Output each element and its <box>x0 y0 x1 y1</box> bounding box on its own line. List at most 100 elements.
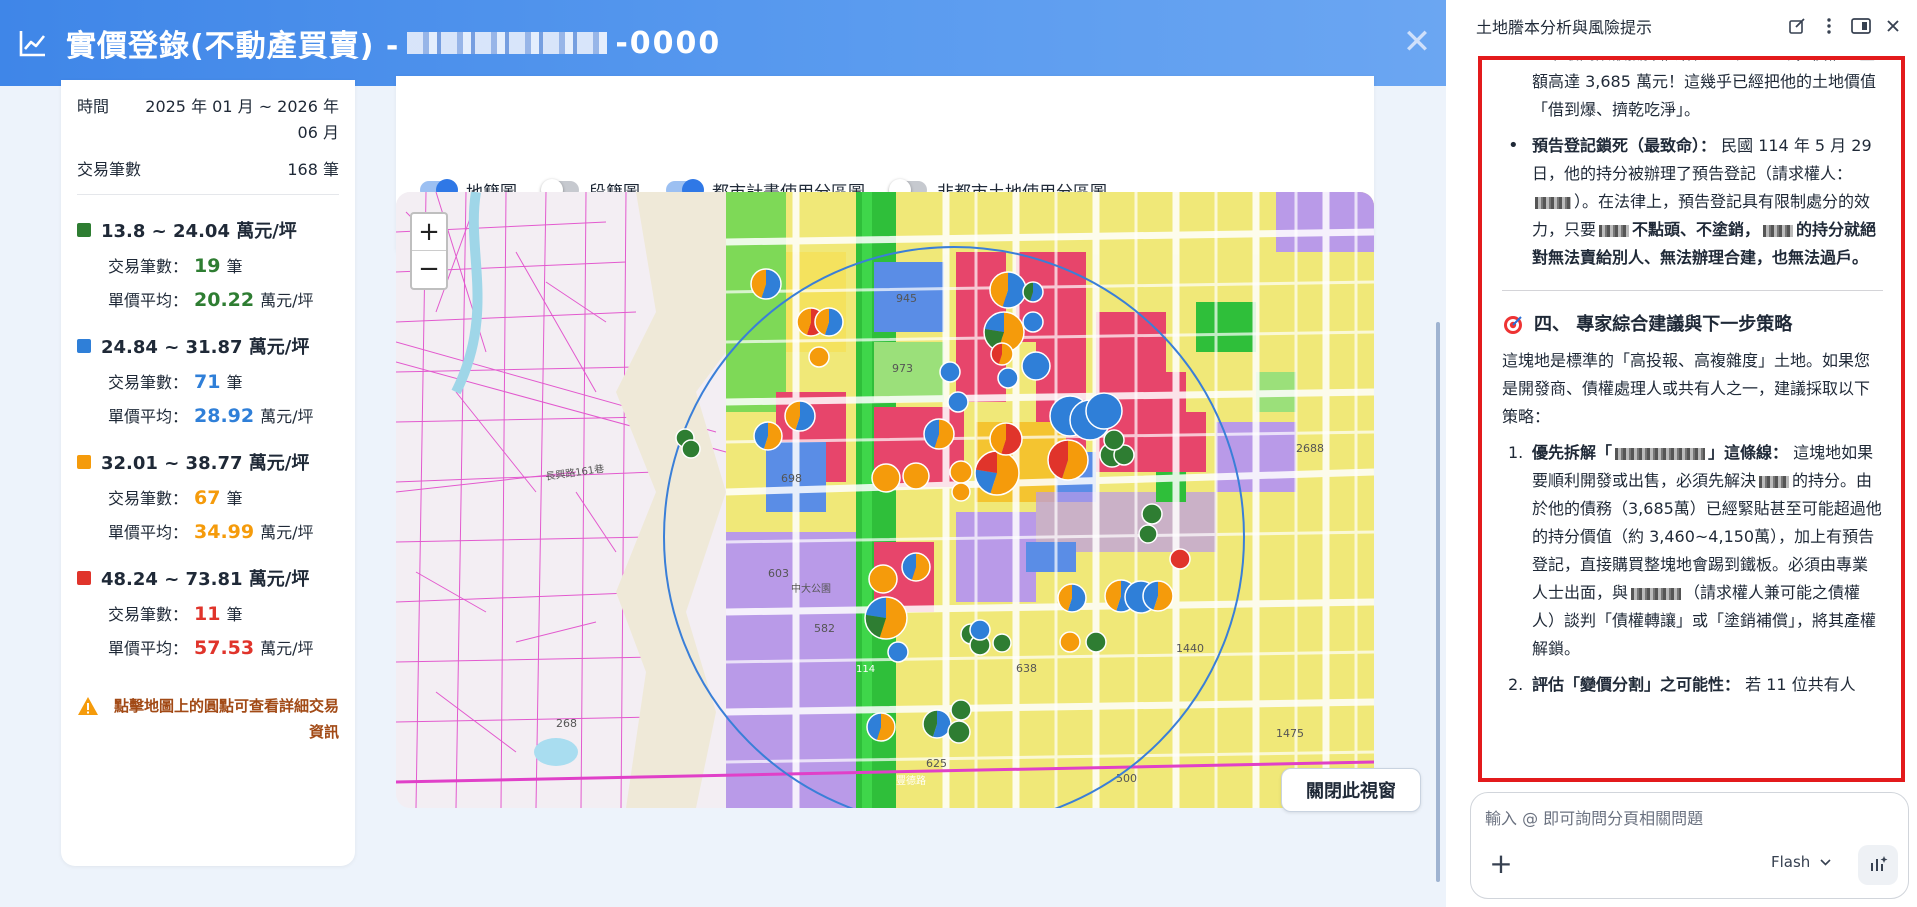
side-panel-header: 土地謄本分析與風險提示 <box>1462 0 1917 52</box>
modal-header: 實價登錄(不動產買賣) - -0000 ✕ <box>0 0 1446 86</box>
transaction-marker[interactable] <box>681 439 701 459</box>
transaction-marker[interactable] <box>1103 429 1125 451</box>
transaction-marker[interactable] <box>1141 503 1163 525</box>
redacted-name <box>1759 475 1790 488</box>
transaction-marker[interactable] <box>1138 524 1158 544</box>
transaction-marker[interactable] <box>990 342 1014 366</box>
modal-scrollbar[interactable] <box>1436 322 1440 882</box>
group-count-unit: 筆 <box>226 489 243 508</box>
transaction-marker[interactable] <box>951 482 971 502</box>
price-groups: 13.8 ~ 24.04 萬元/坪 交易筆數： 19 筆單價平均： 20.22 萬元/坪 2… <box>77 217 339 659</box>
transaction-marker[interactable] <box>923 418 955 450</box>
transaction-marker[interactable] <box>997 367 1019 389</box>
price-group-header: 48.24 ~ 73.81 萬元/坪 <box>77 565 339 591</box>
bullet-preregistration: 預告登記鎖死（最致命）： 民國 114 年 5 月 29 日，他的持分被辦理了預… <box>1502 132 1883 272</box>
group-avg-unit: 萬元/坪 <box>260 407 314 426</box>
price-group-swatch <box>77 571 91 585</box>
group-count-unit: 筆 <box>226 373 243 392</box>
transaction-marker[interactable] <box>1021 351 1051 381</box>
transaction-marker[interactable] <box>1022 311 1044 333</box>
transaction-marker[interactable] <box>949 460 973 484</box>
transaction-marker[interactable] <box>1047 439 1089 481</box>
lake <box>534 738 578 766</box>
label-582: 582 <box>814 622 835 635</box>
analysis-top: 4 筆最高限額抵押權給私人（＊＊＊），債權總金額高達 3,685 萬元！這幾乎已… <box>1502 60 1883 272</box>
transaction-marker[interactable] <box>1059 631 1081 653</box>
transaction-marker[interactable] <box>901 552 931 582</box>
transaction-marker[interactable] <box>784 400 816 432</box>
transaction-marker[interactable] <box>947 391 969 413</box>
transaction-marker[interactable] <box>902 462 930 490</box>
group-avg-value: 20.22 <box>194 289 255 311</box>
transaction-marker[interactable] <box>939 361 961 383</box>
transaction-marker[interactable] <box>868 564 898 594</box>
side-panel-title: 土地謄本分析與風險提示 <box>1476 18 1653 37</box>
map-view[interactable]: 945 973 698 603 582 1440 1475 2688 268 6… <box>396 192 1374 808</box>
transaction-marker[interactable] <box>750 268 782 300</box>
transaction-marker[interactable] <box>808 346 830 368</box>
map-hint: 點擊地圖上的圓點可查看詳細交易資訊 <box>77 693 339 745</box>
step-1-title-2: 」這條線： <box>1708 443 1789 462</box>
group-count-unit: 筆 <box>226 257 243 276</box>
price-group: 24.84 ~ 31.87 萬元/坪交易筆數： 71 筆單價平均： 28.92 萬元/坪 <box>77 333 339 427</box>
map-canvas[interactable]: 945 973 698 603 582 1440 1475 2688 268 6… <box>396 192 1374 808</box>
label-road-south: 豐德路 <box>896 774 926 787</box>
price-group-swatch <box>77 339 91 353</box>
close-window-button[interactable]: 關閉此視窗 <box>1281 768 1421 812</box>
transaction-marker[interactable] <box>992 633 1012 653</box>
transaction-marker[interactable] <box>974 450 1020 496</box>
transaction-marker[interactable] <box>1022 281 1044 303</box>
group-count-label: 交易筆數： <box>108 257 189 276</box>
side-panel-toggle-icon[interactable] <box>1845 10 1877 42</box>
transaction-marker[interactable] <box>753 421 783 451</box>
step-1-title: 優先拆解「 <box>1532 443 1613 462</box>
preregistration-title: 預告登記鎖死（最致命）： <box>1532 136 1717 155</box>
price-group: 13.8 ~ 24.04 萬元/坪 交易筆數： 19 筆單價平均： 20.22 萬元/坪 <box>77 217 339 311</box>
transaction-marker[interactable] <box>950 699 972 721</box>
group-count-row: 交易筆數： 71 筆 <box>108 369 339 393</box>
transaction-marker[interactable] <box>871 463 901 493</box>
transaction-modal: 實價登錄(不動產買賣) - -0000 ✕ 時間 2025 年 01 月 ~ 2… <box>0 0 1446 907</box>
transaction-marker[interactable] <box>947 720 971 744</box>
zoom-control: + − <box>410 212 448 290</box>
close-panel-icon[interactable] <box>1877 10 1909 42</box>
section-title: 四、 專家綜合建議與下一步策略 <box>1502 311 1883 339</box>
zoom-in-button[interactable]: + <box>412 214 446 251</box>
transaction-marker[interactable] <box>922 709 952 739</box>
transaction-marker[interactable] <box>989 422 1023 456</box>
label-603: 603 <box>768 567 789 580</box>
transaction-marker[interactable] <box>866 712 896 742</box>
transaction-marker[interactable] <box>1085 631 1107 653</box>
transaction-marker[interactable] <box>887 641 909 663</box>
label-625: 625 <box>926 757 947 770</box>
transaction-marker[interactable] <box>864 596 908 640</box>
step-2-number: 2. <box>1508 675 1524 694</box>
transaction-marker[interactable] <box>1057 583 1087 613</box>
transaction-marker[interactable] <box>1142 580 1174 612</box>
group-avg-row: 單價平均： 34.99 萬元/坪 <box>108 519 339 543</box>
group-count-value: 19 <box>194 255 221 277</box>
group-count-label: 交易筆數： <box>108 489 189 508</box>
add-icon[interactable]: + <box>1487 850 1515 879</box>
warning-icon <box>78 697 98 715</box>
label-973: 973 <box>892 362 913 375</box>
label-park: 中大公園 <box>791 582 831 595</box>
transaction-marker[interactable] <box>1169 548 1191 570</box>
chat-input[interactable] <box>1485 803 1895 833</box>
more-vertical-icon[interactable] <box>1813 10 1845 42</box>
model-selector[interactable]: Flash <box>1771 853 1831 871</box>
transaction-marker[interactable] <box>814 307 844 337</box>
price-group-header: 24.84 ~ 31.87 萬元/坪 <box>77 333 339 359</box>
edit-icon[interactable] <box>1781 10 1813 42</box>
group-avg-row: 單價平均： 28.92 萬元/坪 <box>108 403 339 427</box>
group-avg-unit: 萬元/坪 <box>260 291 314 310</box>
voice-spark-icon[interactable] <box>1858 845 1898 885</box>
transaction-marker[interactable] <box>969 619 991 641</box>
price-range: 48.24 ~ 73.81 萬元/坪 <box>101 569 310 590</box>
group-avg-label: 單價平均： <box>108 523 189 542</box>
zoom-out-button[interactable]: − <box>412 251 446 288</box>
transaction-marker[interactable] <box>1085 392 1123 430</box>
transaction-marker[interactable] <box>989 271 1027 309</box>
section-divider <box>1502 290 1883 291</box>
close-modal-icon[interactable]: ✕ <box>1398 24 1436 62</box>
